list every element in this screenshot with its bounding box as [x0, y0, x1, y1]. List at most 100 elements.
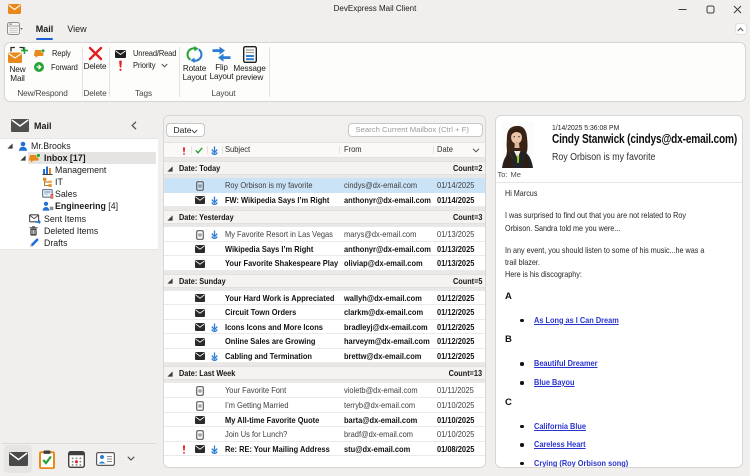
tab-mail[interactable]: Mail	[36, 20, 53, 37]
bullet-icon	[520, 425, 524, 429]
folder-item-it[interactable]: IT	[0, 176, 158, 188]
column-arrow-icon[interactable]	[211, 146, 218, 155]
mail-row[interactable]: Your Hard Work is Appreciatedwallyh@dx-e…	[164, 291, 485, 306]
mail-subject: Join Us for Lunch?	[225, 427, 342, 442]
list-column-header: Subject From Date	[164, 142, 485, 158]
delete-button[interactable]: Delete	[82, 46, 108, 72]
nav-mail-button[interactable]	[4, 445, 32, 473]
column-priority-icon[interactable]	[182, 147, 186, 155]
list-group-row[interactable]: Date: YesterdayCount=3	[164, 210, 485, 224]
folder-item-inbox[interactable]: Inbox [17]	[0, 152, 158, 164]
mail-row[interactable]: FW: Wikipedia Says I’m Rightanthonyr@dx-…	[164, 193, 485, 208]
song-link[interactable]: Crying (Roy Orbison song)	[534, 459, 628, 468]
app-menu-button[interactable]	[7, 20, 33, 37]
folder-item-sent-items[interactable]: Sent Items	[0, 213, 158, 225]
flip-layout-button[interactable]: FlipLayout	[209, 46, 234, 82]
nav-tasks-button[interactable]	[33, 445, 61, 473]
delete-icon	[88, 46, 103, 61]
mail-row[interactable]: Roy Orbison is my favoritecindys@dx-emai…	[164, 178, 485, 193]
list-group-row[interactable]: Date: Last WeekCount=13	[164, 366, 485, 380]
collapse-ribbon-button[interactable]	[735, 23, 747, 35]
list-group-row[interactable]: Date: TodayCount=2	[164, 161, 485, 175]
engineering-folder-icon	[42, 201, 54, 211]
priority-button[interactable]: Priority	[115, 58, 168, 72]
folder-item-sales[interactable]: Sales	[0, 188, 158, 200]
reading-pane: 1/14/2025 5:36:08 PM Cindy Stanwick (cin…	[495, 115, 743, 468]
song-link[interactable]: Beautiful Dreamer	[534, 359, 597, 369]
mail-row[interactable]: Online Sales are Growingharveym@dx-email…	[164, 334, 485, 349]
unread-mail-icon	[195, 294, 205, 302]
group-expand-icon[interactable]	[167, 371, 173, 377]
chevron-up-icon	[737, 27, 744, 32]
mail-date: 01/13/2025	[437, 256, 474, 271]
song-link[interactable]: Careless Heart	[534, 440, 586, 450]
rotate-layout-button[interactable]: RotateLayout	[180, 46, 209, 83]
mail-row[interactable]: Wikipedia Says I’m Rightanthonyr@dx-emai…	[164, 242, 485, 257]
song-link[interactable]: California Blue	[534, 422, 586, 432]
column-date[interactable]: Date	[437, 143, 453, 157]
ribbon-tab-row: Mail View	[0, 18, 750, 40]
group-expand-icon[interactable]	[167, 215, 173, 221]
mail-from: bradf@dx-email.com	[344, 427, 436, 442]
song-link[interactable]: Blue Bayou	[534, 378, 575, 388]
mail-row[interactable]: Your Favorite Shakespeare Playoliviap@dx…	[164, 256, 485, 271]
mail-subject: Your Favorite Shakespeare Play	[225, 256, 342, 271]
unread-mail-icon	[195, 260, 205, 268]
column-flag-icon[interactable]	[195, 147, 203, 154]
group-expand-icon[interactable]	[167, 166, 173, 172]
message-preview-button[interactable]: Messagepreview	[234, 46, 265, 83]
folder-item-engineering[interactable]: Engineering [4]	[0, 200, 158, 212]
group-label: Date: Yesterday	[179, 211, 234, 224]
mail-row[interactable]: My All-time Favorite Quotebarta@dx-email…	[164, 413, 485, 428]
tree-expand-icon[interactable]	[7, 143, 13, 149]
tree-expand-icon[interactable]	[20, 155, 26, 161]
tab-view[interactable]: View	[69, 20, 86, 37]
mail-row[interactable]: Cabling and Terminationbrettw@dx-email.c…	[164, 349, 485, 364]
search-input[interactable]	[349, 124, 483, 137]
rotate-layout-label-line1: Rotate	[183, 64, 206, 73]
nav-contacts-button[interactable]	[92, 445, 120, 473]
minimize-button[interactable]	[669, 0, 695, 18]
column-separator	[222, 146, 223, 154]
mail-subject: Your Favorite Font	[225, 383, 342, 398]
sidebar-collapse-button[interactable]	[131, 121, 137, 130]
column-from[interactable]: From	[344, 143, 362, 157]
mail-subject: My Favorite Resort in Las Vegas	[225, 227, 342, 242]
mail-date: 01/10/2025	[437, 427, 474, 442]
folder-item-drafts[interactable]: Drafts	[0, 237, 158, 249]
mail-row[interactable]: Join Us for Lunch?bradf@dx-email.com01/1…	[164, 427, 485, 442]
mail-subject: FW: Wikipedia Says I’m Right	[225, 193, 342, 208]
maximize-button[interactable]	[697, 0, 723, 18]
mail-row[interactable]: My Favorite Resort in Las Vegasmarys@dx-…	[164, 227, 485, 242]
low-priority-arrow-icon	[211, 445, 218, 454]
column-subject[interactable]: Subject	[225, 143, 250, 157]
mail-from: violetb@dx-email.com	[344, 383, 436, 398]
to-value[interactable]: Me	[511, 170, 521, 179]
close-button[interactable]	[724, 0, 750, 18]
body-line: I was surprised to find out that you are…	[505, 209, 704, 221]
folder-item-mr-brooks[interactable]: Mr.Brooks	[0, 140, 158, 152]
mail-row[interactable]: Your Favorite Fontvioletb@dx-email.com01…	[164, 383, 485, 398]
group-count: Count=13	[449, 367, 482, 380]
song-link[interactable]: As Long as I Can Dream	[534, 316, 619, 326]
body-paragraph: Hi Marcus	[505, 187, 736, 199]
unread-mail-icon	[195, 352, 205, 360]
folder-item-management[interactable]: Management	[0, 164, 158, 176]
mail-subject: My All-time Favorite Quote	[225, 413, 342, 428]
sidebar-title: Mail	[34, 119, 52, 133]
reply-button[interactable]: Reply	[34, 47, 72, 61]
mail-row[interactable]: I’m Getting Marriedterryb@dx-email.com01…	[164, 398, 485, 413]
group-by-dropdown[interactable]: Date	[166, 123, 205, 138]
folder-item-deleted-items[interactable]: Deleted Items	[0, 225, 158, 237]
discography-item: California Blue	[505, 422, 736, 432]
mail-row[interactable]: Icons Icons and More Iconsbradleyj@dx-em…	[164, 320, 485, 335]
nav-calendar-button[interactable]	[62, 445, 90, 473]
new-mail-button[interactable]: NewMail	[5, 46, 31, 84]
group-expand-icon[interactable]	[167, 278, 173, 284]
sort-descending-icon	[472, 148, 480, 153]
nav-more-button[interactable]	[127, 456, 135, 461]
list-group-row[interactable]: Date: SundayCount=5	[164, 274, 485, 288]
forward-button[interactable]: Forward	[34, 60, 80, 74]
mail-row[interactable]: Re: RE: Your Mailing Addressstu@dx-email…	[164, 442, 485, 457]
mail-row[interactable]: Circuit Town Ordersclarkm@dx-email.com01…	[164, 305, 485, 320]
